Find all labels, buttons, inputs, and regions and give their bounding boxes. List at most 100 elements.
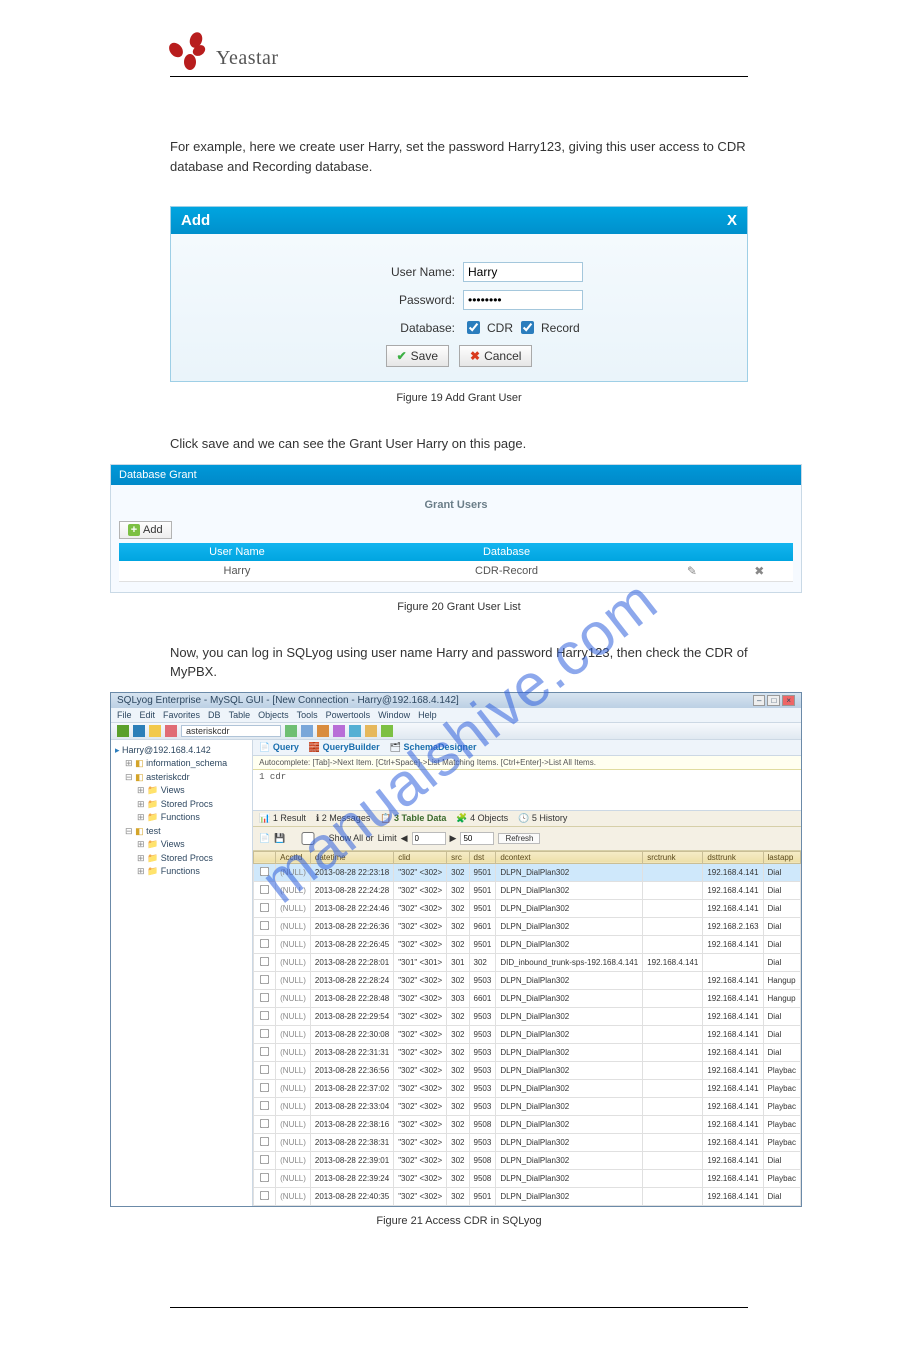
row-checkbox[interactable]	[260, 866, 269, 875]
toolbar-icon[interactable]	[149, 725, 161, 737]
tab-table-data[interactable]: 📋 3 Table Data	[380, 813, 446, 824]
row-checkbox[interactable]	[260, 992, 269, 1001]
toolbar-icon[interactable]	[117, 725, 129, 737]
toolbar-icon[interactable]	[133, 725, 145, 737]
menu-tools[interactable]: Tools	[297, 710, 318, 720]
row-checkbox[interactable]	[260, 974, 269, 983]
row-checkbox[interactable]	[260, 902, 269, 911]
add-button[interactable]: + Add	[119, 521, 172, 539]
edit-icon[interactable]: ✎	[687, 564, 697, 578]
prev-page-icon[interactable]: ◀	[401, 833, 408, 844]
row-checkbox[interactable]	[260, 884, 269, 893]
column-header[interactable]: src	[447, 851, 469, 863]
db-selector[interactable]: asteriskcdr	[181, 725, 281, 737]
menu-help[interactable]: Help	[418, 710, 437, 720]
column-header[interactable]: dst	[469, 851, 496, 863]
table-row[interactable]: (NULL)2013-08-28 22:26:45"302" <302>3029…	[254, 935, 801, 953]
row-checkbox[interactable]	[260, 1190, 269, 1199]
table-row[interactable]: (NULL)2013-08-28 22:37:02"302" <302>3029…	[254, 1079, 801, 1097]
result-toolbar[interactable]: 📄 💾 Show All or Limit ◀ ▶ Refresh	[253, 827, 801, 851]
toolbar-icon[interactable]	[381, 725, 393, 737]
db-tree[interactable]: ▸ Harry@192.168.4.142 ⊞ ◧ information_sc…	[111, 740, 253, 1206]
column-header[interactable]: dcontext	[496, 851, 643, 863]
table-row[interactable]: (NULL)2013-08-28 22:40:35"302" <302>3029…	[254, 1187, 801, 1205]
tab-schemadesigner[interactable]: 🗂 SchemaDesigner	[390, 742, 477, 753]
tree-connection[interactable]: ▸ Harry@192.168.4.142	[115, 744, 248, 758]
result-tabs[interactable]: 📊 1 Result ℹ 2 Messages 📋 3 Table Data 🧩…	[253, 811, 801, 827]
menubar[interactable]: File Edit Favorites DB Table Objects Too…	[111, 708, 801, 722]
table-row[interactable]: (NULL)2013-08-28 22:36:56"302" <302>3029…	[254, 1061, 801, 1079]
menu-powertools[interactable]: Powertools	[326, 710, 371, 720]
save-button[interactable]: ✔ Save	[386, 345, 449, 367]
page-from-input[interactable]	[412, 832, 446, 845]
row-checkbox[interactable]	[260, 1118, 269, 1127]
column-header[interactable]: srctrunk	[643, 851, 703, 863]
toolbar-icon[interactable]	[365, 725, 377, 737]
toolbar-icon[interactable]: 📄	[259, 833, 270, 844]
table-row[interactable]: (NULL)2013-08-28 22:24:46"302" <302>3029…	[254, 899, 801, 917]
menu-db[interactable]: DB	[208, 710, 221, 720]
table-row[interactable]: (NULL)2013-08-28 22:29:54"302" <302>3029…	[254, 1007, 801, 1025]
menu-objects[interactable]: Objects	[258, 710, 289, 720]
tab-history[interactable]: 🕓 5 History	[518, 813, 567, 824]
table-row[interactable]: (NULL)2013-08-28 22:30:08"302" <302>3029…	[254, 1025, 801, 1043]
table-row[interactable]: (NULL)2013-08-28 22:38:31"302" <302>3029…	[254, 1133, 801, 1151]
close-icon[interactable]: X	[727, 212, 737, 229]
delete-icon[interactable]: ✖	[754, 564, 764, 578]
toolbar[interactable]: asteriskcdr	[111, 722, 801, 740]
tree-folder[interactable]: ⊞ 📁 Stored Procs	[115, 798, 248, 812]
row-checkbox[interactable]	[260, 1028, 269, 1037]
tab-objects[interactable]: 🧩 4 Objects	[456, 813, 508, 824]
username-input[interactable]	[463, 262, 583, 282]
row-checkbox[interactable]	[260, 1046, 269, 1055]
row-checkbox[interactable]	[260, 1154, 269, 1163]
row-checkbox[interactable]	[260, 1064, 269, 1073]
row-checkbox[interactable]	[260, 1010, 269, 1019]
row-checkbox[interactable]	[260, 1172, 269, 1181]
column-header[interactable]: clid	[394, 851, 447, 863]
column-header[interactable]: lastapp	[763, 851, 800, 863]
toolbar-icon[interactable]	[349, 725, 361, 737]
tab-result[interactable]: 📊 1 Result	[259, 813, 306, 824]
editor-tabs[interactable]: 📄 Query 🧱 QueryBuilder 🗂 SchemaDesigner	[253, 740, 801, 756]
record-checkbox[interactable]	[521, 321, 534, 334]
column-header[interactable]: datetime	[310, 851, 393, 863]
column-header[interactable]	[254, 851, 276, 863]
table-row[interactable]: (NULL)2013-08-28 22:26:36"302" <302>3029…	[254, 917, 801, 935]
toolbar-icon[interactable]: 💾	[274, 833, 285, 844]
query-editor[interactable]: 1 cdr	[253, 770, 801, 811]
menu-file[interactable]: File	[117, 710, 132, 720]
cdr-data-table[interactable]: AcctIddatetimeclidsrcdstdcontextsrctrunk…	[253, 851, 801, 1206]
table-row[interactable]: (NULL)2013-08-28 22:39:01"302" <302>3029…	[254, 1151, 801, 1169]
tree-folder[interactable]: ⊞ 📁 Views	[115, 784, 248, 798]
table-row[interactable]: (NULL)2013-08-28 22:23:18"302" <302>3029…	[254, 863, 801, 881]
menu-table[interactable]: Table	[229, 710, 251, 720]
tree-db[interactable]: ⊞ ◧ information_schema	[115, 757, 248, 771]
table-row[interactable]: (NULL)2013-08-28 22:28:01"301" <301>3013…	[254, 953, 801, 971]
table-row[interactable]: (NULL)2013-08-28 22:24:28"302" <302>3029…	[254, 881, 801, 899]
tab-query[interactable]: 📄 Query	[259, 742, 299, 753]
menu-window[interactable]: Window	[378, 710, 410, 720]
row-checkbox[interactable]	[260, 920, 269, 929]
table-row[interactable]: (NULL)2013-08-28 22:33:04"302" <302>3029…	[254, 1097, 801, 1115]
table-row[interactable]: (NULL)2013-08-28 22:28:24"302" <302>3029…	[254, 971, 801, 989]
tree-folder[interactable]: ⊞ 📁 Stored Procs	[115, 852, 248, 866]
page-to-input[interactable]	[460, 832, 494, 845]
tree-folder[interactable]: ⊞ 📁 Views	[115, 838, 248, 852]
window-buttons[interactable]: –□×	[751, 695, 795, 706]
toolbar-icon[interactable]	[165, 725, 177, 737]
toolbar-icon[interactable]	[333, 725, 345, 737]
row-checkbox[interactable]	[260, 938, 269, 947]
menu-edit[interactable]: Edit	[140, 710, 156, 720]
tree-db[interactable]: ⊟ ◧ asteriskcdr	[115, 771, 248, 785]
show-all-checkbox[interactable]	[294, 832, 322, 845]
toolbar-icon[interactable]	[285, 725, 297, 737]
menu-favorites[interactable]: Favorites	[163, 710, 200, 720]
row-checkbox[interactable]	[260, 1136, 269, 1145]
tree-folder[interactable]: ⊞ 📁 Functions	[115, 865, 248, 879]
tree-folder[interactable]: ⊞ 📁 Functions	[115, 811, 248, 825]
row-checkbox[interactable]	[260, 956, 269, 965]
refresh-button[interactable]: Refresh	[498, 833, 540, 844]
row-checkbox[interactable]	[260, 1100, 269, 1109]
table-row[interactable]: (NULL)2013-08-28 22:28:48"302" <302>3036…	[254, 989, 801, 1007]
